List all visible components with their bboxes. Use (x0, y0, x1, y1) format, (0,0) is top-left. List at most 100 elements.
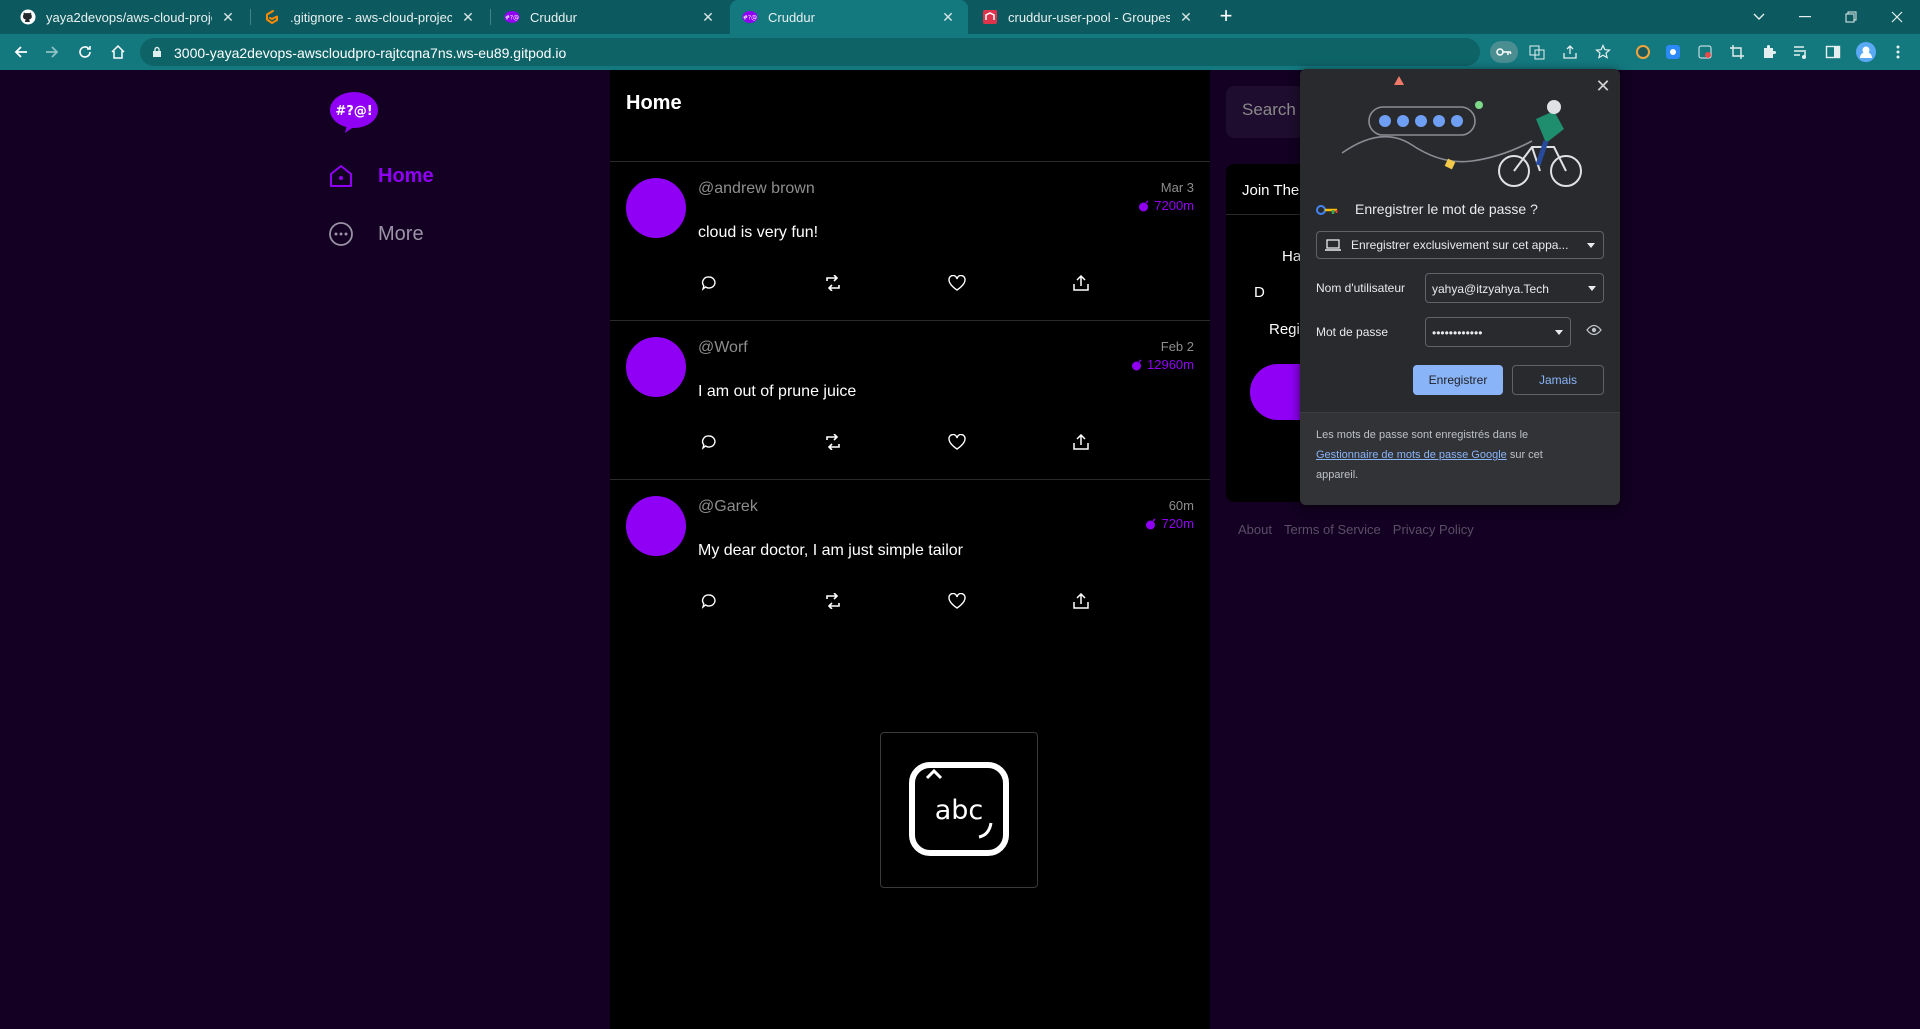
close-icon[interactable]: ✕ (460, 9, 476, 25)
tab-title: Cruddur (530, 9, 577, 25)
username-value: yahya@itzyahya.Tech (1432, 282, 1549, 296)
window-close-button[interactable] (1874, 0, 1920, 34)
profile-avatar[interactable] (1855, 41, 1877, 63)
cruddur-icon: #?@ (742, 9, 758, 25)
activity-item[interactable]: @Garek 60m 720m My dear doctor, I am jus… (610, 480, 1210, 639)
tab-separator (250, 9, 251, 25)
terms-link[interactable]: Terms of Service (1284, 522, 1381, 537)
svg-text:#?@!: #?@! (335, 104, 372, 119)
activity-actions (698, 431, 1098, 453)
media-button[interactable] (1790, 41, 1812, 63)
close-icon[interactable]: ✕ (220, 9, 236, 25)
puzzle-icon (1764, 45, 1776, 58)
save-location-select[interactable]: Enregistrer exclusivement sur cet appa..… (1316, 231, 1604, 259)
share-button[interactable] (1070, 431, 1092, 453)
nav-item-more[interactable]: More (328, 221, 424, 247)
like-button[interactable] (946, 272, 968, 294)
browser-tab-cruddur-active[interactable]: #?@ Cruddur ✕ (730, 0, 968, 34)
reply-button[interactable] (698, 590, 720, 612)
save-password-dialog: ✕ Enregistrer le mot de passe ? Enregist… (1300, 69, 1620, 505)
reply-button[interactable] (698, 431, 720, 453)
browser-tab-github[interactable]: yaya2devops/aws-cloud-project- ✕ (8, 0, 248, 34)
gitpod-icon (264, 9, 280, 25)
heart-icon (948, 275, 966, 291)
minimize-button[interactable] (1782, 0, 1828, 34)
bookmark-button[interactable] (1592, 41, 1614, 63)
close-icon[interactable]: ✕ (940, 9, 956, 25)
activity-item[interactable]: @Worf Feb 2 12960m I am out of prune jui… (610, 321, 1210, 480)
reload-button[interactable] (73, 40, 97, 64)
screenshot-button[interactable] (1726, 41, 1748, 63)
tab-title: Cruddur (768, 9, 815, 25)
password-manager-link[interactable]: Gestionnaire de mots de passe Google (1316, 449, 1507, 461)
new-tab-button[interactable]: + (1214, 5, 1238, 29)
restore-button[interactable] (1828, 0, 1874, 34)
eye-icon[interactable] (1586, 324, 1602, 336)
share-button[interactable] (1070, 590, 1092, 612)
activity-handle[interactable]: @Garek (698, 498, 758, 516)
footer-text: sur cet (1506, 449, 1543, 461)
share-button[interactable] (1559, 41, 1581, 63)
close-icon[interactable]: ✕ (1594, 77, 1612, 95)
repost-button[interactable] (822, 431, 844, 453)
save-password-button[interactable]: Enregistrer (1413, 365, 1503, 395)
browser-tab-gitignore[interactable]: .gitignore - aws-cloud-project-bo ✕ (252, 0, 488, 34)
extension-1-button[interactable] (1632, 41, 1654, 63)
github-icon (20, 9, 36, 25)
privacy-link[interactable]: Privacy Policy (1393, 522, 1474, 537)
repost-button[interactable] (822, 590, 844, 612)
activity-handle[interactable]: @Worf (698, 339, 748, 357)
extensions-button[interactable] (1758, 41, 1780, 63)
chevron-down-icon (1753, 13, 1765, 20)
forward-button[interactable] (40, 40, 64, 64)
arrow-right-icon (46, 46, 59, 58)
crop-icon (1730, 45, 1744, 59)
browser-tab-cruddur[interactable]: #?@ Cruddur ✕ (492, 0, 728, 34)
chevron-down-icon (1587, 243, 1595, 248)
username-label: Nom d'utilisateur (1316, 281, 1405, 295)
back-button[interactable] (9, 40, 33, 64)
username-field[interactable]: yahya@itzyahya.Tech (1425, 273, 1604, 303)
avatar[interactable] (626, 178, 686, 238)
extension-3-button[interactable] (1694, 41, 1716, 63)
extension-2-button[interactable] (1662, 41, 1684, 63)
never-button[interactable]: Jamais (1512, 365, 1604, 395)
activity-item[interactable]: @andrew brown Mar 3 7200m cloud is very … (610, 162, 1210, 321)
nav-item-home[interactable]: Home (328, 163, 434, 189)
extension-icon (1698, 45, 1712, 59)
reply-button[interactable] (698, 272, 720, 294)
like-button[interactable] (946, 590, 968, 612)
avatar[interactable] (626, 496, 686, 556)
join-line: Regi (1269, 321, 1300, 338)
password-field[interactable]: •••••••••••• (1425, 317, 1571, 347)
avatar[interactable] (626, 337, 686, 397)
about-link[interactable]: About (1238, 522, 1272, 537)
cruddur-logo[interactable]: #?@! (329, 91, 379, 133)
password-key-button[interactable] (1490, 41, 1518, 63)
home-button[interactable] (106, 40, 130, 64)
activity-handle[interactable]: @andrew brown (698, 180, 815, 198)
ime-text: abc (935, 795, 984, 826)
share-button[interactable] (1070, 272, 1092, 294)
close-icon[interactable]: ✕ (1178, 9, 1194, 25)
reply-icon (701, 435, 716, 450)
tab-search-button[interactable] (1736, 0, 1782, 34)
save-location-text: Enregistrer exclusivement sur cet appa..… (1351, 238, 1569, 252)
page-title: Home (626, 92, 682, 114)
close-icon[interactable]: ✕ (700, 9, 716, 25)
join-line: Ha (1282, 248, 1302, 265)
side-panel-button[interactable] (1822, 41, 1844, 63)
share-icon (1563, 45, 1577, 59)
more-icon (329, 222, 353, 246)
footer-links: About Terms of Service Privacy Policy (1238, 522, 1474, 537)
restore-icon (1845, 11, 1857, 23)
password-value: •••••••••••• (1432, 326, 1483, 340)
translate-button[interactable] (1526, 41, 1548, 63)
reload-icon (79, 46, 91, 58)
browser-menu-button[interactable] (1887, 41, 1909, 63)
like-button[interactable] (946, 431, 968, 453)
extension-icon (1666, 45, 1680, 59)
repost-button[interactable] (822, 272, 844, 294)
activity-expires: 7200m (1138, 198, 1194, 213)
browser-tab-aws[interactable]: cruddur-user-pool - Groupes d'u ✕ (970, 0, 1206, 34)
